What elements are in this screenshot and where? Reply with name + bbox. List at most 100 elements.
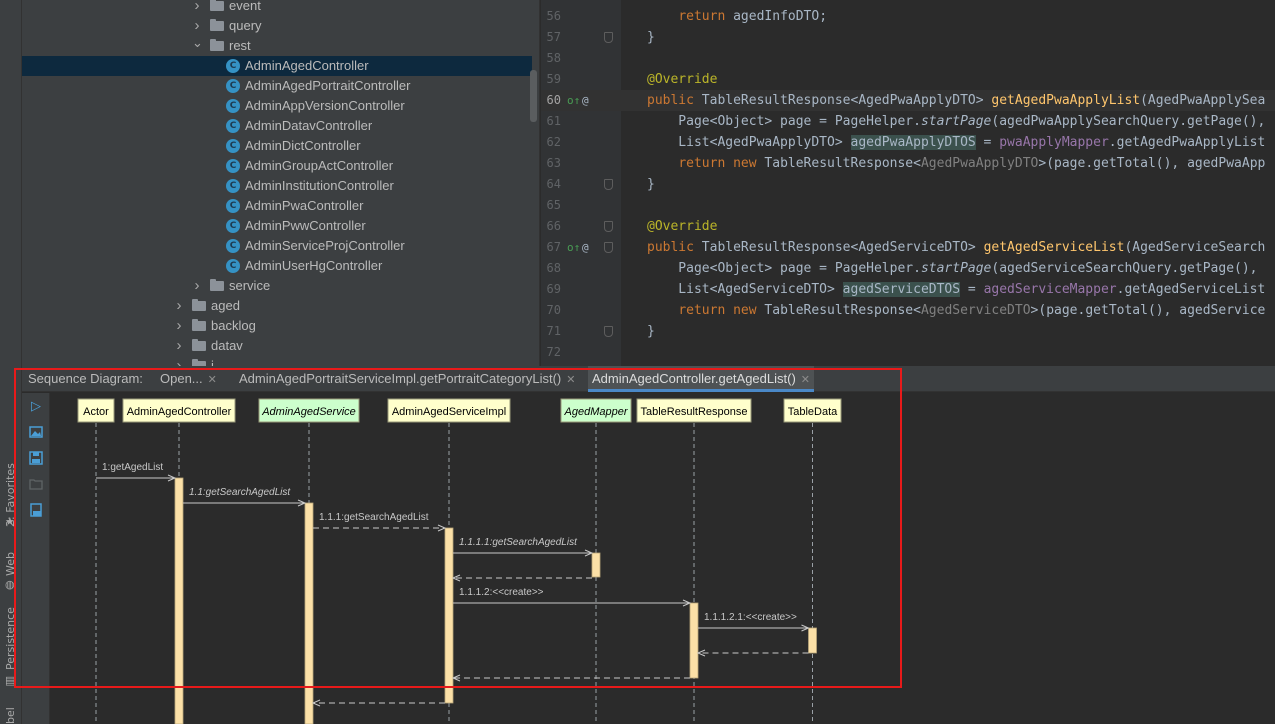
image-icon[interactable] — [28, 425, 44, 441]
code-line[interactable]: 56 return agedInfoDTO; — [541, 6, 1275, 27]
code-line[interactable]: 69 List<AgedServiceDTO> agedServiceDTOS … — [541, 279, 1275, 300]
class-icon: C — [226, 59, 240, 73]
activation-bar — [689, 602, 699, 679]
tree-class-item[interactable]: C AdminInstitutionController — [22, 176, 532, 196]
chevron-right-icon[interactable]: › — [192, 16, 202, 36]
tree-class-item[interactable]: C AdminDatavController — [22, 116, 532, 136]
code-text: @Override — [647, 72, 718, 87]
folder-icon — [210, 0, 224, 11]
run-icon[interactable]: ▷ — [28, 399, 44, 415]
code-line[interactable]: 68 Page<Object> page = PageHelper.startP… — [541, 258, 1275, 279]
folder-icon — [192, 319, 206, 331]
tree-item-label: backlog — [211, 318, 256, 333]
code-line[interactable]: 70 return new TableResultResponse<AgedSe… — [541, 300, 1275, 321]
code-text: } — [647, 177, 655, 192]
code-line[interactable]: 62 List<AgedPwaApplyDTO> agedPwaApplyDTO… — [541, 132, 1275, 153]
sequence-diagram-canvas[interactable]: Actor AdminAgedController AdminAgedService… — [51, 393, 1275, 724]
line-number: 60 — [546, 93, 561, 107]
tree-folder-item[interactable]: › service — [22, 276, 532, 296]
tab-portrait-category-list-label: AdminAgedPortraitServiceImpl.getPortrait… — [239, 371, 562, 386]
save-icon[interactable] — [28, 451, 44, 467]
line-number: 65 — [546, 198, 561, 212]
tree-class-item[interactable]: C AdminPwaController — [22, 196, 532, 216]
code-line[interactable]: 58 — [541, 48, 1275, 69]
code-line[interactable]: 72 — [541, 342, 1275, 363]
code-line[interactable]: 71} — [541, 321, 1275, 342]
code-line[interactable]: 57} — [541, 27, 1275, 48]
fold-marker-icon[interactable] — [604, 221, 613, 232]
tree-folder-item[interactable]: › datav — [22, 336, 532, 356]
annotation-gutter-icon[interactable]: @ — [582, 237, 589, 258]
class-icon: C — [226, 219, 240, 233]
fold-marker-icon[interactable] — [604, 179, 613, 190]
tree-class-item[interactable]: C AdminUserHgController — [22, 256, 532, 276]
chevron-right-icon[interactable]: › — [192, 0, 202, 16]
tree-class-item[interactable]: C AdminServiceProjController — [22, 236, 532, 256]
code-line[interactable]: 64} — [541, 174, 1275, 195]
persistence-tab-label: Persistence — [4, 607, 17, 670]
code-line[interactable]: 67 o↑ @ public TableResultResponse<AgedServ… — [541, 237, 1275, 258]
line-number: 56 — [546, 9, 561, 23]
override-gutter-icon[interactable]: o↑ — [567, 237, 580, 258]
tree-class-item[interactable]: C AdminAgedController — [22, 56, 532, 76]
fold-marker-icon[interactable] — [604, 326, 613, 337]
participant-label: TableResultResponse — [640, 406, 747, 418]
left-tool-strip: 2: Favorites ★ Web ◍ Persistence ▤ bel — [0, 0, 22, 724]
web-tab[interactable]: Web — [2, 548, 20, 578]
persistence-tab[interactable]: Persistence — [2, 607, 20, 670]
code-line[interactable]: 66 @Override — [541, 216, 1275, 237]
message-label: 1:getAgedList — [102, 462, 163, 473]
close-icon[interactable]: ✕ — [801, 374, 810, 386]
code-line[interactable]: 65 — [541, 195, 1275, 216]
tree-item-label: service — [229, 278, 271, 293]
override-gutter-icon[interactable]: o↑ — [567, 90, 580, 111]
tree-item-label: AdminAgedPortraitController — [245, 78, 411, 93]
tab-portrait-category-list[interactable]: AdminAgedPortraitServiceImpl.getPortrait… — [235, 366, 579, 392]
tree-folder-item[interactable]: › event — [22, 0, 532, 16]
code-line[interactable]: 59 @Override — [541, 69, 1275, 90]
tree-class-item[interactable]: C AdminPwwController — [22, 216, 532, 236]
chevron-right-icon[interactable]: › — [174, 296, 184, 316]
tree-folder-item[interactable]: › aged — [22, 296, 532, 316]
tree-class-item[interactable]: C AdminDictController — [22, 136, 532, 156]
code-line[interactable]: 60 o↑ @ public TableResultResponse<AgedPwaA… — [541, 90, 1275, 111]
code-text: List<AgedServiceDTO> agedServiceDTOS = a… — [647, 282, 1266, 297]
tree-scrollbar[interactable] — [530, 70, 537, 122]
folder-icon — [192, 299, 206, 311]
annotation-gutter-icon[interactable]: @ — [582, 90, 589, 111]
chevron-right-icon[interactable]: › — [174, 356, 184, 366]
tree-folder-item[interactable]: › query — [22, 16, 532, 36]
line-number: 63 — [546, 156, 561, 170]
code-line[interactable]: 63 return new TableResultResponse<AgedPw… — [541, 153, 1275, 174]
chevron-down-icon[interactable]: ⌄ — [192, 36, 203, 56]
line-number: 71 — [546, 324, 561, 338]
bottom-tab[interactable]: bel — [2, 706, 20, 724]
activation-bar — [174, 477, 184, 724]
chevron-right-icon[interactable]: › — [174, 336, 184, 356]
open-folder-icon[interactable] — [28, 477, 44, 493]
tree-folder-item[interactable]: › backlog — [22, 316, 532, 336]
tree-class-item[interactable]: C AdminGroupActController — [22, 156, 532, 176]
panel-title: Sequence Diagram: — [28, 371, 143, 386]
code-text: return agedInfoDTO; — [678, 9, 828, 24]
chevron-right-icon[interactable]: › — [192, 276, 202, 296]
tree-class-item[interactable]: C AdminAppVersionController — [22, 96, 532, 116]
tab-open[interactable]: Open... ✕ — [156, 366, 221, 392]
tree-class-item[interactable]: C AdminAgedPortraitController — [22, 76, 532, 96]
code-line[interactable]: 61 Page<Object> page = PageHelper.startP… — [541, 111, 1275, 132]
chevron-right-icon[interactable]: › — [174, 316, 184, 336]
fold-marker-icon[interactable] — [604, 32, 613, 43]
class-icon: C — [226, 159, 240, 173]
tree-item-label: AdminPwwController — [245, 218, 366, 233]
fold-marker-icon[interactable] — [604, 242, 613, 253]
code-editor[interactable]: 56 return agedInfoDTO; 57} 58 59 @Override 60… — [541, 0, 1275, 366]
arrow-head — [437, 524, 447, 532]
close-icon[interactable]: ✕ — [566, 374, 575, 386]
tree-folder-item[interactable]: ⌄ rest — [22, 36, 532, 56]
tab-get-aged-list[interactable]: AdminAgedController.getAgedList() ✕ — [588, 366, 814, 392]
export-icon[interactable] — [28, 503, 44, 519]
tree-folder-item[interactable]: › i... — [22, 356, 532, 366]
folder-icon — [210, 39, 224, 51]
globe-icon: ◍ — [5, 578, 15, 591]
close-icon[interactable]: ✕ — [208, 374, 217, 386]
